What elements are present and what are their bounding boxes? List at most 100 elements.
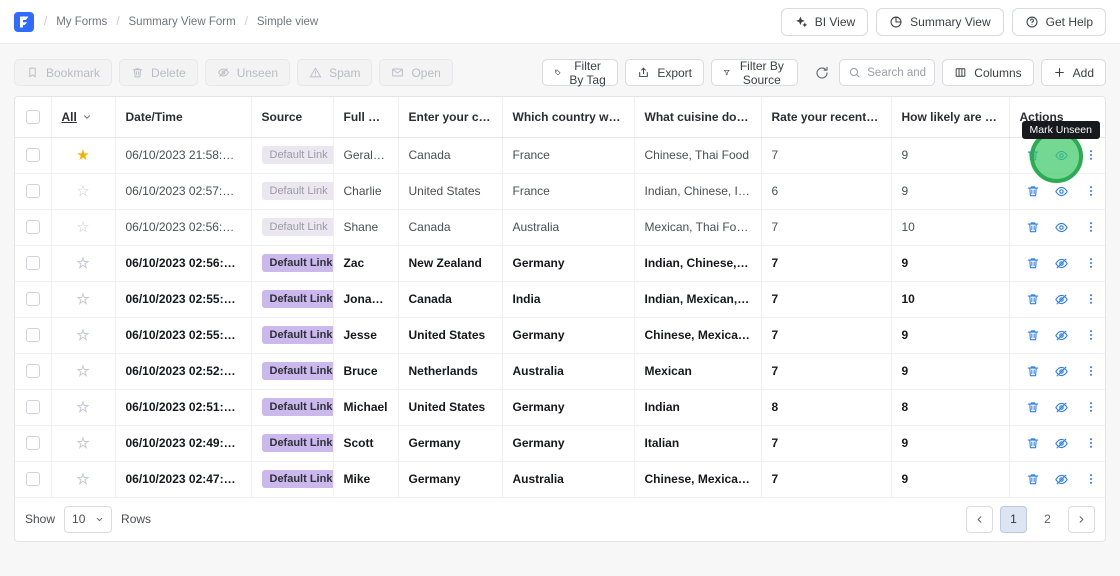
star-icon[interactable]: ☆ xyxy=(76,327,89,344)
table-row: ☆ 06/10/2023 02:51:43 AM Default Link Mi… xyxy=(15,389,1105,425)
cuisine-cell: Mexican, Thai Food, Ja... xyxy=(634,209,761,245)
star-icon[interactable]: ☆ xyxy=(76,435,89,452)
delete-button[interactable]: Delete xyxy=(119,59,198,86)
delete-row-icon[interactable] xyxy=(1020,288,1046,310)
filter-by-tag-button[interactable]: Filter By Tag xyxy=(542,59,618,86)
source-badge: Default Link xyxy=(262,290,334,308)
page-1-button[interactable]: 1 xyxy=(1000,506,1027,533)
per-page-select[interactable]: 10 xyxy=(64,506,112,533)
kebab-menu-icon[interactable] xyxy=(1078,432,1104,454)
select-all-header xyxy=(15,97,51,137)
eye-off-icon[interactable] xyxy=(1049,252,1075,274)
star-icon[interactable]: ☆ xyxy=(76,219,89,236)
bi-view-button[interactable]: BI View xyxy=(781,8,868,36)
row-checkbox[interactable] xyxy=(26,256,40,270)
breadcrumb-separator: / xyxy=(116,16,119,28)
search-input[interactable] xyxy=(867,67,926,79)
star-icon[interactable]: ☆ xyxy=(76,363,89,380)
next-page-button[interactable] xyxy=(1068,506,1095,533)
row-select-cell xyxy=(15,281,51,317)
columns-button[interactable]: Columns xyxy=(942,59,1033,86)
unseen-button[interactable]: Unseen xyxy=(205,59,290,86)
export-button[interactable]: Export xyxy=(625,59,704,86)
delete-row-icon[interactable] xyxy=(1020,360,1046,382)
breadcrumb-view-name[interactable]: Simple view xyxy=(257,16,318,28)
eye-off-icon[interactable] xyxy=(1049,360,1075,382)
row-checkbox[interactable] xyxy=(26,292,40,306)
row-checkbox[interactable] xyxy=(26,472,40,486)
delete-row-icon[interactable] xyxy=(1020,252,1046,274)
row-checkbox[interactable] xyxy=(26,436,40,450)
select-all-checkbox[interactable] xyxy=(26,110,40,124)
all-filter-header[interactable]: All xyxy=(51,97,115,137)
open-button[interactable]: Open xyxy=(379,59,452,86)
eye-icon[interactable] xyxy=(1049,216,1075,238)
visit-country-cell: Germany xyxy=(502,425,634,461)
row-checkbox[interactable] xyxy=(26,220,40,234)
row-checkbox[interactable] xyxy=(26,148,40,162)
add-button[interactable]: Add xyxy=(1041,59,1106,86)
rate-cell: 7 xyxy=(761,209,891,245)
row-checkbox[interactable] xyxy=(26,328,40,342)
columns-label: Columns xyxy=(974,66,1021,80)
eye-off-icon[interactable] xyxy=(1049,396,1075,418)
row-checkbox[interactable] xyxy=(26,400,40,414)
delete-row-icon[interactable] xyxy=(1020,180,1046,202)
table-row: ☆ 06/10/2023 02:55:41 AM Default Link Jo… xyxy=(15,281,1105,317)
breadcrumb-my-forms[interactable]: My Forms xyxy=(56,16,107,28)
refresh-button[interactable] xyxy=(812,63,832,83)
star-icon[interactable]: ☆ xyxy=(76,255,89,272)
row-checkbox[interactable] xyxy=(26,364,40,378)
unseen-label: Unseen xyxy=(237,66,278,80)
kebab-menu-icon[interactable] xyxy=(1078,252,1104,274)
get-help-button[interactable]: Get Help xyxy=(1012,8,1106,36)
row-star-cell: ☆ xyxy=(51,425,115,461)
kebab-menu-icon[interactable] xyxy=(1078,180,1104,202)
breadcrumb-form-name[interactable]: Summary View Form xyxy=(129,16,236,28)
summary-view-button[interactable]: Summary View xyxy=(876,8,1003,36)
table-row: ☆ 06/10/2023 02:49:01 AM Default Link Sc… xyxy=(15,425,1105,461)
star-icon[interactable]: ☆ xyxy=(76,471,89,488)
spam-button[interactable]: Spam xyxy=(297,59,372,86)
kebab-menu-icon[interactable] xyxy=(1078,360,1104,382)
row-star-cell: ☆ xyxy=(51,461,115,497)
bookmark-button[interactable]: Bookmark xyxy=(14,59,112,86)
delete-row-icon[interactable] xyxy=(1020,396,1046,418)
star-icon[interactable]: ☆ xyxy=(76,399,89,416)
kebab-menu-icon[interactable] xyxy=(1078,144,1104,166)
full-name-cell: Geraldine xyxy=(333,137,398,173)
eye-icon[interactable] xyxy=(1049,144,1075,166)
kebab-menu-icon[interactable] xyxy=(1078,468,1104,490)
bookmark-label: Bookmark xyxy=(46,66,100,80)
eye-icon[interactable] xyxy=(1049,180,1075,202)
filter-by-source-button[interactable]: Filter By Source xyxy=(711,59,798,86)
delete-row-icon[interactable] xyxy=(1020,144,1046,166)
source-badge: Default Link xyxy=(262,182,334,200)
source-cell: Default Link xyxy=(251,245,333,281)
delete-row-icon[interactable] xyxy=(1020,324,1046,346)
delete-row-icon[interactable] xyxy=(1020,216,1046,238)
source-cell: Default Link xyxy=(251,389,333,425)
eye-off-icon[interactable] xyxy=(1049,432,1075,454)
table-row: ☆ 06/10/2023 02:57:17 AM Default Link Ch… xyxy=(15,173,1105,209)
country-cell: Netherlands xyxy=(398,353,502,389)
app-logo[interactable] xyxy=(14,12,34,32)
star-icon[interactable]: ☆ xyxy=(76,183,89,200)
row-checkbox[interactable] xyxy=(26,184,40,198)
source-badge: Default Link xyxy=(262,326,334,344)
delete-row-icon[interactable] xyxy=(1020,432,1046,454)
page-2-button[interactable]: 2 xyxy=(1034,506,1061,533)
kebab-menu-icon[interactable] xyxy=(1078,396,1104,418)
kebab-menu-icon[interactable] xyxy=(1078,216,1104,238)
star-icon[interactable]: ☆ xyxy=(76,291,89,308)
prev-page-button[interactable] xyxy=(966,506,993,533)
star-icon[interactable]: ★ xyxy=(76,147,89,164)
eye-off-icon[interactable] xyxy=(1049,324,1075,346)
delete-row-icon[interactable] xyxy=(1020,468,1046,490)
eye-off-icon[interactable] xyxy=(1049,468,1075,490)
kebab-menu-icon[interactable] xyxy=(1078,324,1104,346)
kebab-menu-icon[interactable] xyxy=(1078,288,1104,310)
row-select-cell xyxy=(15,353,51,389)
eye-off-icon[interactable] xyxy=(1049,288,1075,310)
visit-country-cell: Australia xyxy=(502,353,634,389)
